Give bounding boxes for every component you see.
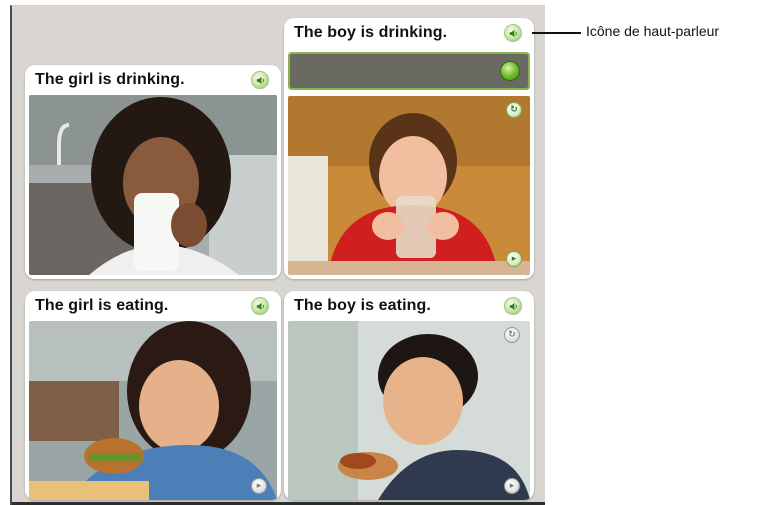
- card-caption: The girl is eating.: [35, 297, 169, 314]
- card-caption: The boy is eating.: [294, 297, 431, 314]
- callout-label: Icône de haut-parleur: [586, 23, 720, 39]
- card-header: The boy is eating.: [284, 291, 534, 319]
- next-arrow-icon[interactable]: ▸: [251, 478, 267, 494]
- card-header: The girl is drinking.: [25, 65, 281, 93]
- speaker-icon[interactable]: [251, 297, 269, 315]
- card-header: The girl is eating.: [25, 291, 281, 319]
- photo-boy-drinking: ↻ ▸: [288, 96, 530, 275]
- speaker-icon[interactable]: [504, 24, 522, 42]
- callout-line: [532, 32, 581, 34]
- replay-icon[interactable]: ↻: [506, 102, 522, 118]
- card-caption: The girl is drinking.: [35, 71, 185, 88]
- next-arrow-icon[interactable]: ▸: [504, 478, 520, 494]
- card-header: The boy is drinking.: [284, 18, 534, 46]
- photo-girl-eating: ▸: [29, 321, 277, 500]
- record-button-icon[interactable]: [500, 61, 520, 81]
- photo-boy-eating: ↻ ▸: [288, 321, 530, 500]
- app-panel: The girl is drinking. The boy is drinkin…: [10, 5, 545, 505]
- next-arrow-icon[interactable]: ▸: [506, 251, 522, 267]
- card-caption: The boy is drinking.: [294, 24, 448, 41]
- card-girl-eating[interactable]: The girl is eating. ▸: [25, 291, 281, 500]
- card-boy-eating[interactable]: The boy is eating. ↻ ▸: [284, 291, 534, 500]
- speaker-icon[interactable]: [251, 71, 269, 89]
- card-girl-drinking[interactable]: The girl is drinking.: [25, 65, 281, 279]
- card-boy-drinking[interactable]: The boy is drinking. ↻ ▸: [284, 18, 534, 279]
- replay-icon[interactable]: ↻: [504, 327, 520, 343]
- answer-input[interactable]: [288, 52, 530, 90]
- photo-girl-drinking: [29, 95, 277, 275]
- speaker-icon[interactable]: [504, 297, 522, 315]
